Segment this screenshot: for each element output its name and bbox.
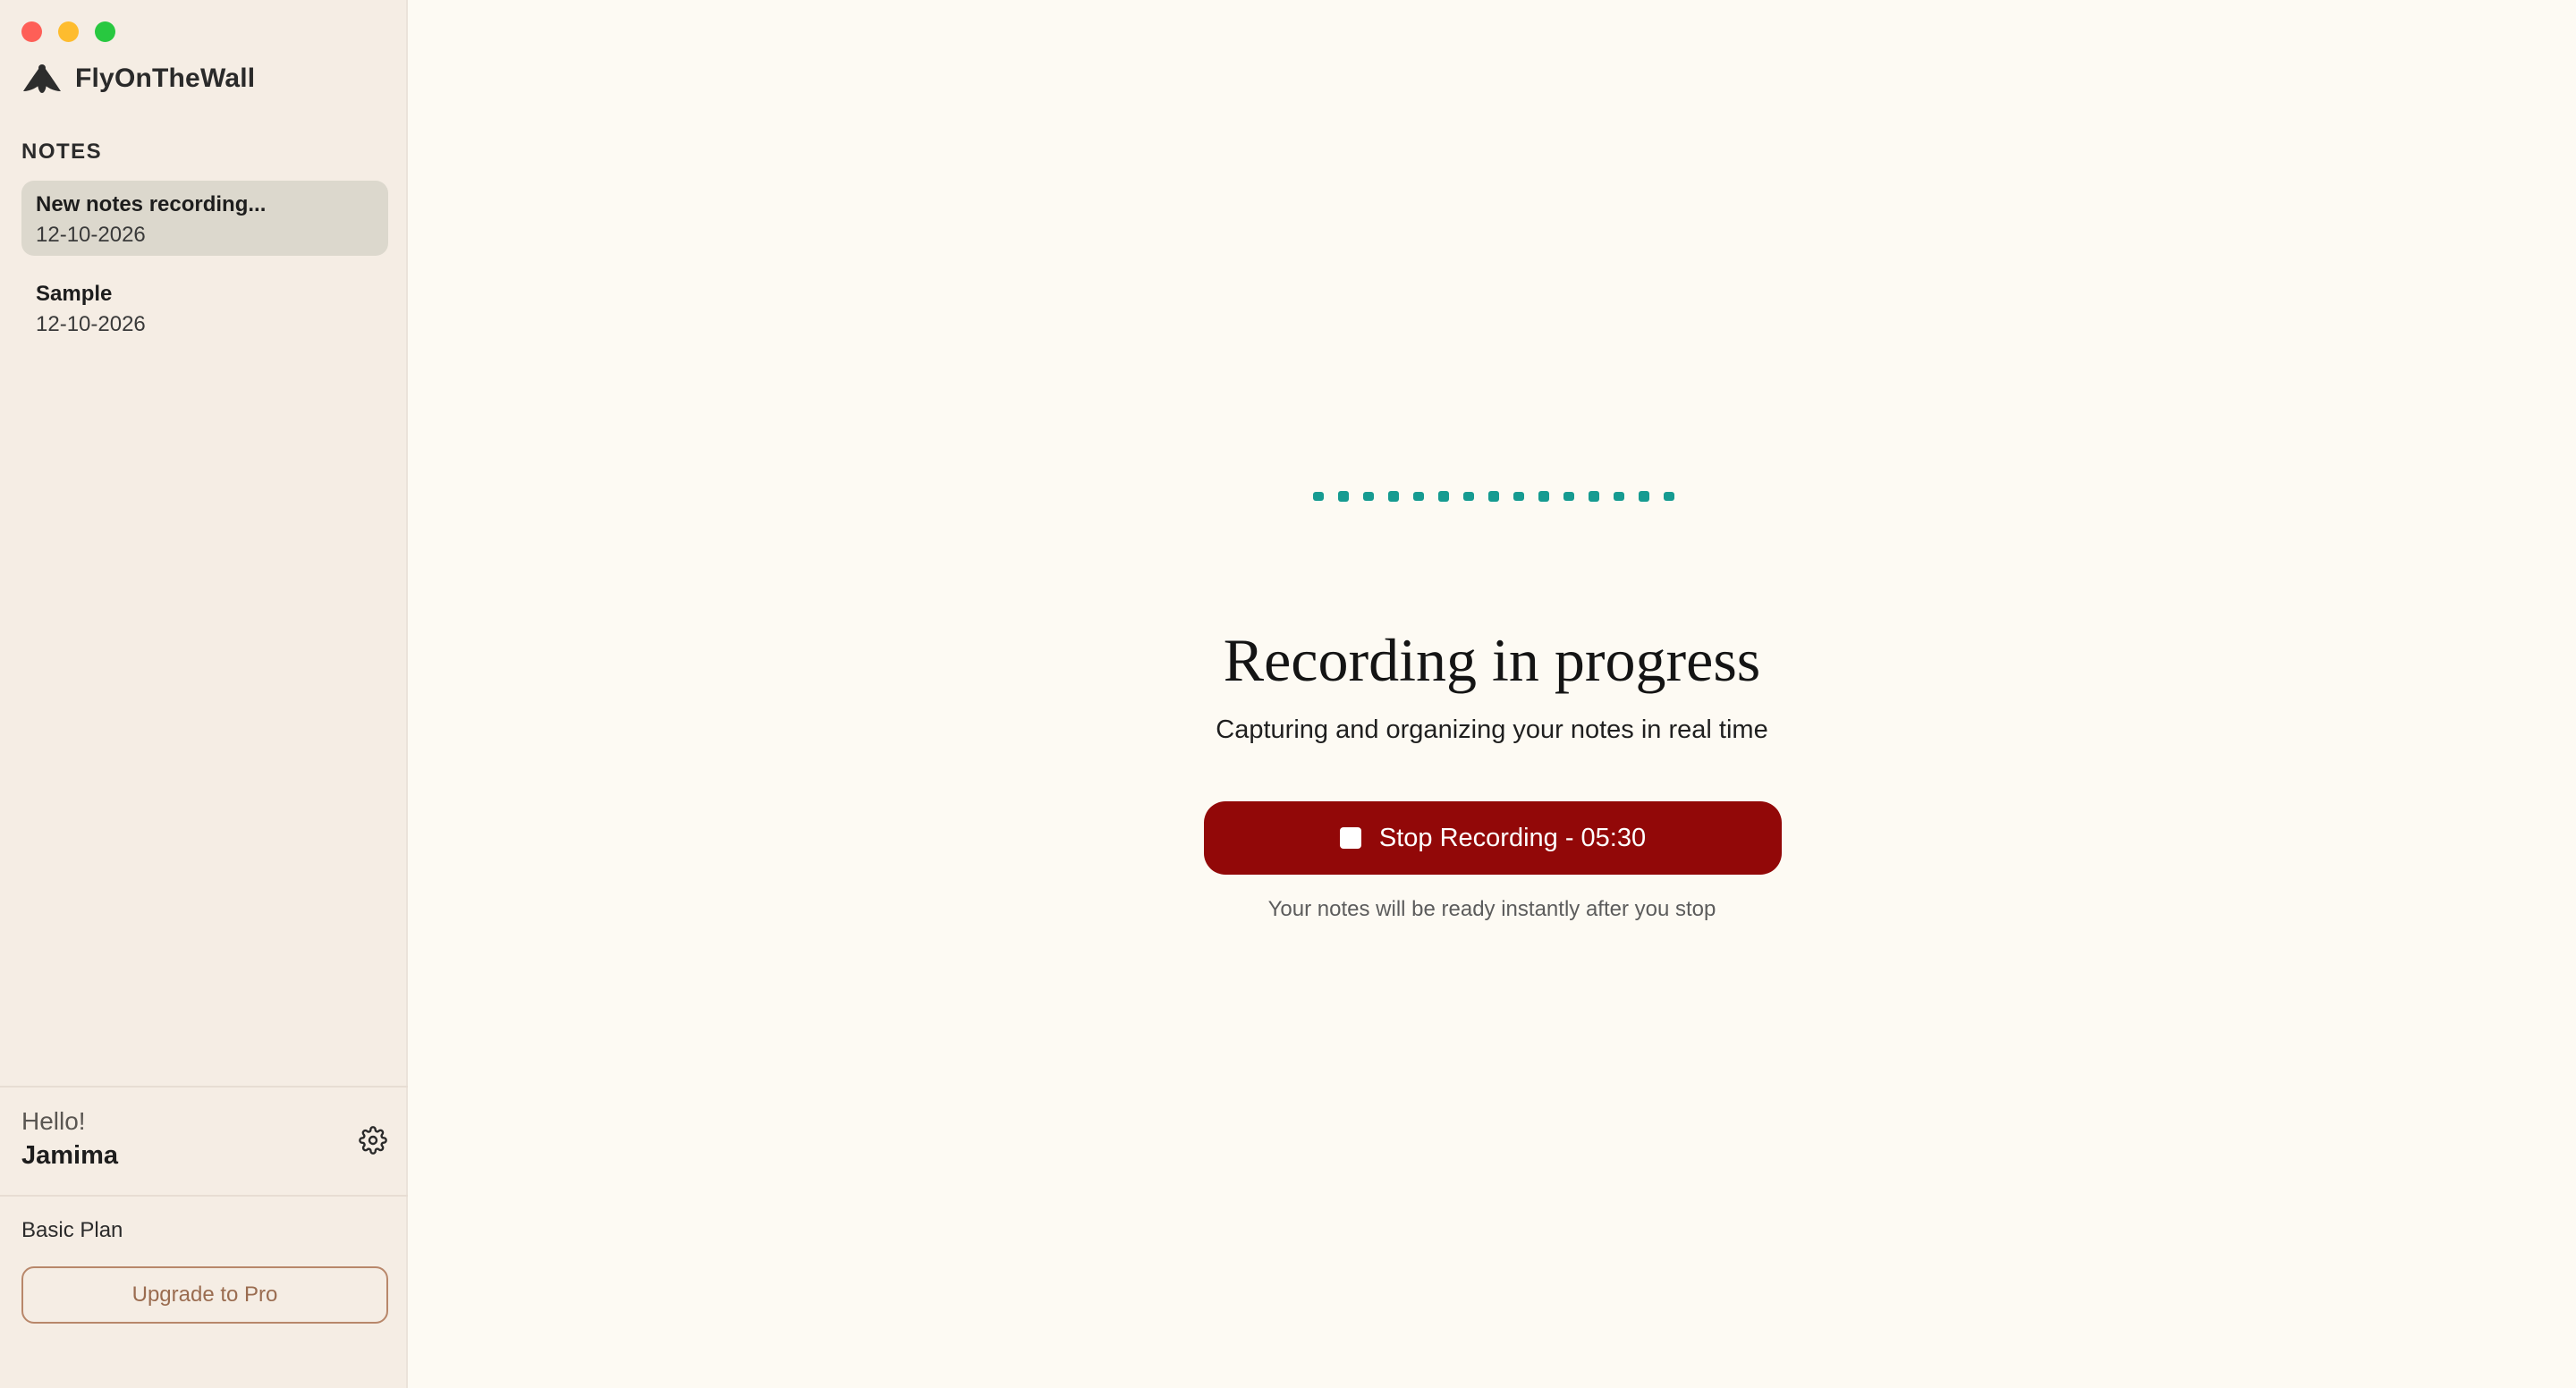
greeting-text: Hello! (21, 1107, 86, 1135)
note-date: 12-10-2026 (36, 223, 146, 247)
waveform-bar (1413, 492, 1424, 501)
page-subtitle: Capturing and organizing your notes in r… (1216, 715, 1768, 744)
notes-heading: NOTES (21, 140, 103, 164)
settings-button[interactable] (358, 1125, 388, 1155)
divider (0, 1086, 408, 1088)
note-title: New notes recording... (36, 192, 267, 216)
main-panel: Recording in progress Capturing and orga… (408, 0, 2576, 1388)
app-name: FlyOnTheWall (75, 63, 256, 93)
waveform-bar (1538, 491, 1549, 502)
stop-square-icon (1339, 827, 1361, 849)
note-title: Sample (36, 282, 113, 306)
waveform-bar (1614, 492, 1624, 501)
note-list: New notes recording... 12-10-2026 Sample… (21, 181, 388, 360)
sidebar: FlyOnTheWall NOTES New notes recording..… (0, 0, 408, 1388)
waveform-bar (1438, 491, 1449, 502)
brand: FlyOnTheWall (21, 61, 255, 97)
waveform-bar (1639, 491, 1649, 502)
note-item[interactable]: New notes recording... 12-10-2026 (21, 181, 388, 256)
user-greeting: Hello! Jamima (21, 1105, 118, 1173)
divider (0, 1195, 408, 1197)
waveform-bar (1313, 492, 1324, 501)
stop-recording-button[interactable]: Stop Recording - 05:30 (1204, 801, 1782, 875)
waveform-bar (1513, 492, 1524, 501)
username: Jamima (21, 1141, 119, 1170)
waveform-bar (1488, 491, 1499, 502)
waveform-bar (1463, 492, 1474, 501)
stop-recording-label: Stop Recording - 05:30 (1378, 823, 1647, 852)
note-date: 12-10-2026 (36, 312, 146, 336)
gear-icon (359, 1126, 387, 1155)
waveform-bar (1338, 491, 1349, 502)
app-window: FlyOnTheWall NOTES New notes recording..… (0, 0, 2576, 1388)
waveform-bar (1589, 491, 1599, 502)
fly-logo-icon (23, 64, 61, 93)
minimize-window-button[interactable] (58, 21, 79, 42)
waveform-bar (1664, 492, 1674, 501)
audio-waveform (1313, 491, 1674, 502)
window-controls (21, 21, 115, 42)
plan-label: Basic Plan (21, 1218, 123, 1242)
waveform-bar (1363, 492, 1374, 501)
note-item[interactable]: Sample 12-10-2026 (21, 270, 388, 345)
hint-text: Your notes will be ready instantly after… (1267, 897, 1716, 921)
upgrade-button[interactable]: Upgrade to Pro (21, 1266, 388, 1324)
close-window-button[interactable] (21, 21, 42, 42)
waveform-bar (1388, 491, 1399, 502)
waveform-bar (1563, 492, 1574, 501)
page-title: Recording in progress (1223, 626, 1761, 694)
maximize-window-button[interactable] (95, 21, 115, 42)
